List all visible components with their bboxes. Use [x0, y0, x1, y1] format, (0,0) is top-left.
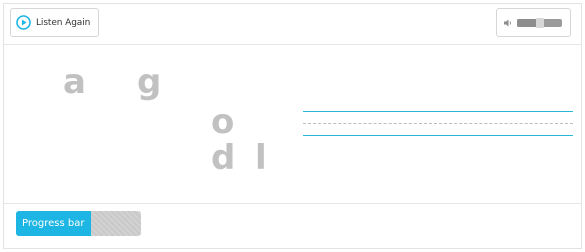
letter-tile-d[interactable]: d — [211, 141, 235, 175]
writing-line-middle — [303, 123, 573, 124]
speaker-icon — [503, 18, 513, 28]
letter-tile-g[interactable]: g — [137, 65, 161, 99]
volume-slider[interactable] — [517, 18, 562, 28]
writing-line-top — [303, 111, 573, 112]
top-toolbar: Listen Again — [4, 4, 581, 45]
volume-control — [496, 8, 571, 37]
letter-tile-l[interactable]: l — [255, 141, 267, 175]
exercise-panel: Listen Again a g o d l Progress bar — [3, 3, 582, 249]
footer-divider — [4, 203, 581, 204]
progress-bar-label: Progress bar — [22, 218, 85, 229]
play-circle-icon — [16, 15, 31, 30]
progress-bar: Progress bar — [16, 211, 141, 236]
writing-line-bottom — [303, 135, 573, 136]
answer-drop-zone[interactable] — [303, 111, 573, 137]
letter-tile-a[interactable]: a — [63, 65, 86, 99]
listen-again-button[interactable]: Listen Again — [10, 8, 99, 37]
listen-again-label: Listen Again — [36, 17, 91, 28]
letter-tile-o[interactable]: o — [211, 105, 234, 139]
volume-slider-thumb[interactable] — [535, 18, 544, 28]
